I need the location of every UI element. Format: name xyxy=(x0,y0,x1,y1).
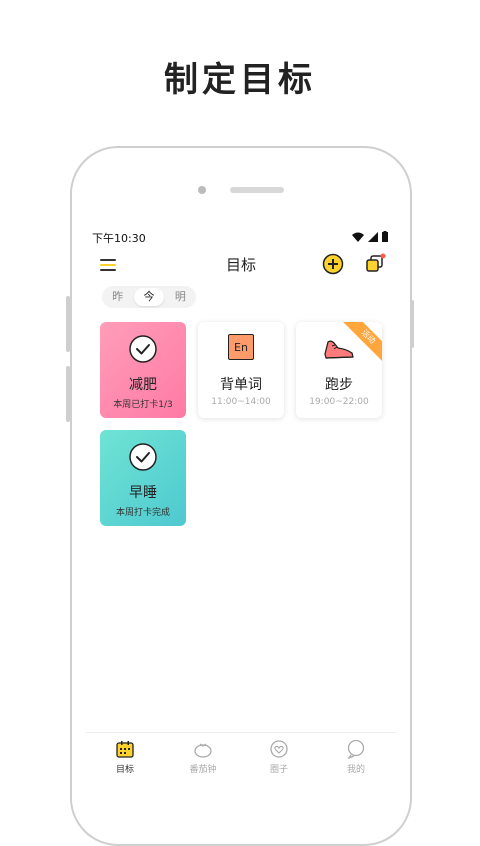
card-subtitle: 本周已打卡1/3 xyxy=(113,400,173,410)
battery-icon xyxy=(382,231,388,242)
goal-card-lose-weight[interactable]: 减肥 本周已打卡1/3 xyxy=(100,322,186,418)
nav-bar: 目标 xyxy=(86,250,396,286)
check-circle-icon xyxy=(129,443,157,471)
app-screen: 下午10:30 目标 昨 今 明 减肥 本周已打卡1/3 En 背单词 11:0… xyxy=(86,226,396,800)
status-time: 下午10:30 xyxy=(92,232,146,245)
tab-yesterday[interactable]: 昨 xyxy=(103,288,133,306)
heart-chat-icon xyxy=(270,740,288,758)
card-title: 减肥 xyxy=(129,377,157,393)
english-book-icon: En xyxy=(228,334,254,360)
sneaker-icon xyxy=(324,340,354,359)
tomato-icon xyxy=(194,743,212,758)
tab-today[interactable]: 今 xyxy=(133,288,164,306)
card-title: 背单词 xyxy=(220,377,262,393)
signal-icon xyxy=(368,232,378,242)
card-title: 早睡 xyxy=(129,485,157,501)
english-icon-text: En xyxy=(234,341,248,354)
day-switcher: 昨 今 明 xyxy=(102,286,196,308)
status-icons xyxy=(352,231,388,242)
tab-pomodoro[interactable]: 番茄钟 xyxy=(178,739,228,775)
card-subtitle: 11:00~14:00 xyxy=(211,397,271,407)
tab-goals-label: 目标 xyxy=(115,765,134,775)
goal-card-vocab[interactable]: En 背单词 11:00~14:00 xyxy=(198,322,284,418)
add-goal-icon[interactable] xyxy=(322,253,344,275)
page-title: 目标 xyxy=(225,256,256,274)
calendar-icon xyxy=(116,741,134,758)
tab-me[interactable]: 我的 xyxy=(331,739,381,775)
check-circle-icon xyxy=(129,335,157,363)
status-bar: 下午10:30 xyxy=(86,226,396,248)
tab-tomorrow[interactable]: 明 xyxy=(165,288,195,306)
tab-circle[interactable]: 圈子 xyxy=(254,739,304,775)
switch-icon[interactable] xyxy=(364,253,386,275)
phone-camera xyxy=(198,186,206,194)
goal-card-running[interactable]: 活动 跑步 19:00~22:00 xyxy=(296,322,382,418)
wifi-icon xyxy=(352,232,364,242)
goal-card-early-sleep[interactable]: 早睡 本周打卡完成 xyxy=(100,430,186,526)
page-headline: 制定目标 xyxy=(164,60,316,100)
phone-speaker xyxy=(230,187,284,193)
tab-me-label: 我的 xyxy=(346,765,365,775)
profile-chat-icon xyxy=(347,739,365,759)
tab-pomodoro-label: 番茄钟 xyxy=(189,765,217,775)
tab-goals[interactable]: 目标 xyxy=(100,739,150,775)
card-title: 跑步 xyxy=(325,377,353,393)
tab-circle-label: 圈子 xyxy=(269,765,288,775)
card-subtitle: 本周打卡完成 xyxy=(115,508,170,518)
bottom-tab-bar: 目标 番茄钟 圈子 我的 xyxy=(86,732,396,779)
card-subtitle: 19:00~22:00 xyxy=(309,397,369,407)
